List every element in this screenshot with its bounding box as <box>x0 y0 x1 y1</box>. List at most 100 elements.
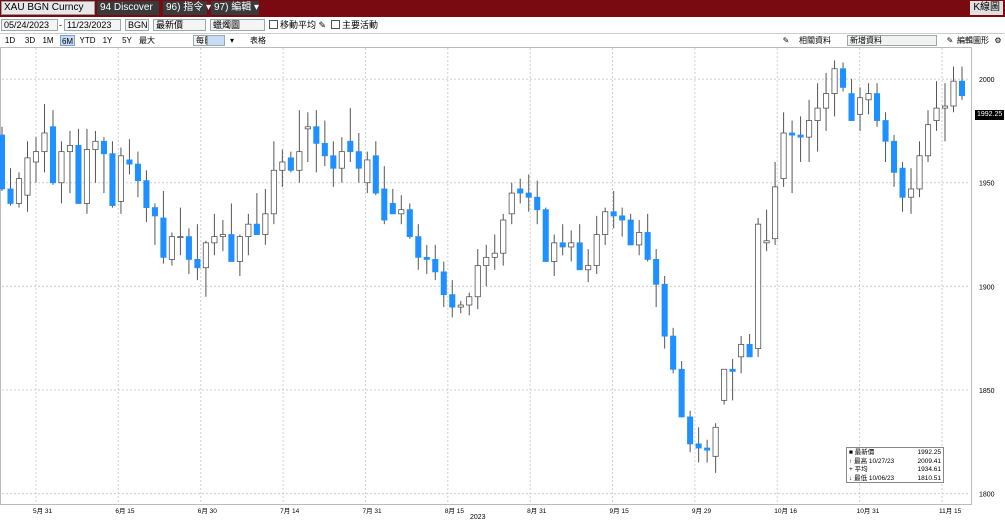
candle-body <box>491 252 498 258</box>
x-tick-label: 6月 30 <box>198 507 218 515</box>
candle-body <box>661 283 668 337</box>
candle-body <box>780 132 787 179</box>
candle-body <box>627 219 634 246</box>
candle-body <box>321 142 328 157</box>
candle-body <box>797 134 804 138</box>
candle-body <box>840 68 847 88</box>
candle-body <box>338 151 345 169</box>
candle-body <box>772 186 779 240</box>
legend-key-last: 最新價 <box>854 449 875 456</box>
legend-date-low: 10/06/23 <box>868 474 895 482</box>
candle-body <box>670 335 677 370</box>
legend-date-high: 10/27/23 <box>868 457 895 465</box>
legend-row-low: ↓ 最低 10/06/23 1810.51 <box>849 475 941 484</box>
candle-body <box>347 140 354 153</box>
candle-body <box>653 259 660 285</box>
candle-body <box>916 155 923 190</box>
candle-body <box>202 242 209 269</box>
candle-body <box>151 207 158 217</box>
candle-body <box>304 126 311 130</box>
candle-body <box>58 151 65 184</box>
candle-body <box>848 93 855 121</box>
candle-body <box>313 126 320 144</box>
candle-body <box>517 188 524 194</box>
candle-body <box>211 236 218 244</box>
candle-body <box>194 259 201 269</box>
candle-body <box>958 80 966 97</box>
candle-body <box>177 236 184 239</box>
candle-body <box>712 426 719 457</box>
candle-body <box>457 304 464 308</box>
x-tick-label: 8月 15 <box>445 507 465 515</box>
y-tick-label: 2000 <box>979 77 995 84</box>
candle-body <box>602 211 609 235</box>
candle-body <box>262 213 269 235</box>
candle-body <box>865 93 872 101</box>
candle-body <box>185 236 192 260</box>
candle-body <box>287 157 294 171</box>
candle-body <box>891 140 898 173</box>
candle-body <box>432 259 439 273</box>
candle-body <box>814 107 821 121</box>
candle-body <box>0 134 6 190</box>
candle-body <box>219 234 226 238</box>
candle-body <box>619 215 626 221</box>
candle-body <box>924 124 932 157</box>
candle-body <box>296 151 303 171</box>
candle-body <box>755 223 762 349</box>
legend-value-high: 2009.41 <box>917 457 942 465</box>
candle-body <box>41 132 48 153</box>
candle-body <box>7 188 14 204</box>
arrow-up-icon: ↑ <box>849 457 853 465</box>
candle-body <box>525 192 532 198</box>
candle-body <box>899 167 906 198</box>
candle-body <box>907 188 915 198</box>
candle-body <box>117 155 124 202</box>
candle-body <box>559 242 566 248</box>
legend-key-low: 最低 <box>854 474 868 482</box>
legend-row-avg: + 平均 1934.61 <box>849 466 941 475</box>
legend-value-avg: 1934.61 <box>917 466 942 473</box>
x-tick-label: 9月 29 <box>692 507 712 515</box>
candle-body <box>24 157 31 196</box>
candle-body <box>100 140 107 155</box>
candle-body <box>644 232 651 260</box>
candle-body <box>687 416 694 445</box>
candle-body <box>355 151 362 169</box>
candle-body <box>440 271 447 296</box>
x-tick-label: 8月 31 <box>527 507 547 515</box>
candle-body <box>551 242 558 262</box>
candle-body <box>874 93 881 121</box>
candle-body <box>168 236 175 260</box>
legend-key-avg: 平均 <box>854 466 868 473</box>
candle-body <box>83 149 90 204</box>
candle-body <box>228 234 235 262</box>
legend-value-last: 1992.25 <box>917 449 942 456</box>
y-tick-label: 1950 <box>979 181 995 188</box>
legend-value-low: 1810.51 <box>917 474 942 482</box>
candle-body <box>415 236 422 258</box>
candle-body <box>831 68 838 94</box>
candle-body <box>245 223 252 238</box>
legend-square-icon: ■ <box>849 449 853 456</box>
x-tick-label: 9月 15 <box>610 507 630 515</box>
candle-body <box>406 209 413 238</box>
candlestick-chart: 1800 1850 1900 1950 2000 5月 31 6月 15 6月 30 7月 14… <box>0 48 995 515</box>
x-tick-label: 7月 31 <box>362 507 382 515</box>
x-tick-label: 6月 15 <box>115 507 135 515</box>
candle-body <box>160 217 167 258</box>
legend-key-high: 最高 <box>854 457 868 465</box>
candle-body <box>763 240 770 244</box>
x-tick-label: 11月 15 <box>939 507 962 515</box>
candle-body <box>576 242 583 271</box>
last-price-label: 1992.25 <box>975 110 1005 120</box>
candle-body <box>593 234 600 267</box>
candle-body <box>568 242 575 248</box>
candle-body <box>279 161 286 171</box>
candle-body <box>126 159 133 165</box>
candle-body <box>32 151 40 163</box>
average-icon: + <box>849 466 853 473</box>
candle-body <box>49 126 57 184</box>
candle-body <box>270 169 277 215</box>
candle-body <box>721 368 728 401</box>
